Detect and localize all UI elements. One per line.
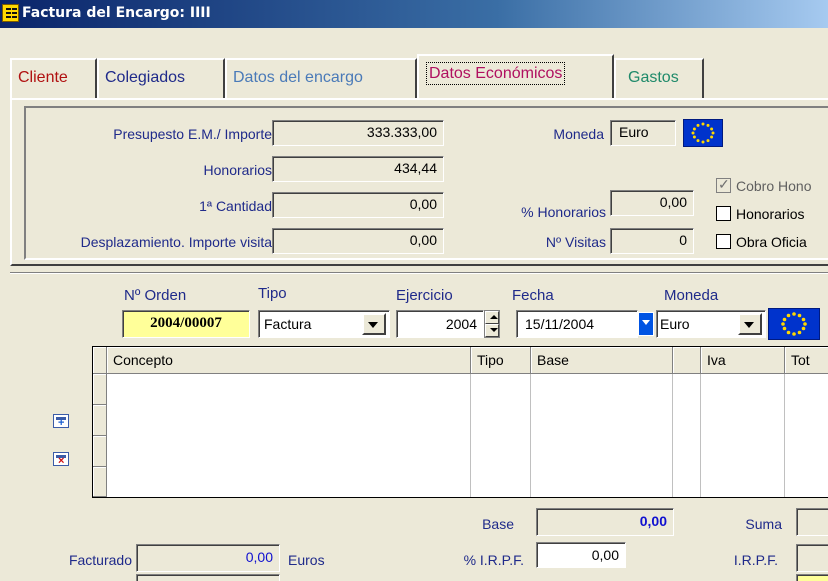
tipo-label: Tipo — [258, 285, 287, 302]
facturado-label: Facturado — [68, 552, 132, 568]
fecha-picker-icon[interactable] — [638, 312, 654, 336]
grid-corner — [93, 347, 107, 374]
tab-colegiados[interactable]: Colegiados — [97, 58, 225, 98]
eu-flag-icon — [683, 119, 723, 147]
presupuesto-label: Presupesto E.M./ Importe — [113, 126, 272, 142]
base-label: Base — [482, 516, 514, 532]
col-header-base[interactable]: Base — [531, 347, 673, 374]
tab-label: Gastos — [628, 69, 679, 86]
desplazamiento-field[interactable]: 0,00 — [272, 228, 444, 254]
secondary-field — [136, 574, 280, 581]
section-divider — [10, 272, 828, 274]
title-bar: Factura del Encargo: IIII — [0, 0, 828, 28]
add-row-icon[interactable]: + — [53, 414, 69, 429]
cantidad-label: 1ª Cantidad — [199, 198, 272, 214]
row-indicator[interactable] — [93, 374, 107, 405]
moneda-label: Moneda — [553, 126, 604, 142]
moneda-dropdown-button[interactable] — [738, 313, 762, 335]
presupuesto-field[interactable]: 333.333,00 — [272, 120, 444, 146]
irpf-pct-label: % I.R.P.F. — [463, 552, 524, 568]
cobro-hono-label: Cobro Hono — [736, 178, 812, 194]
base-total-field: 0,00 — [536, 508, 674, 536]
row-indicator[interactable] — [93, 405, 107, 436]
euros-label: Euros — [288, 552, 325, 568]
tab-datos-economicos[interactable]: Datos Económicos — [417, 54, 614, 98]
suma-field — [796, 508, 828, 536]
grid-col-line — [530, 374, 531, 497]
delete-row-icon[interactable]: × — [53, 452, 69, 467]
moneda-select-value: Euro — [660, 316, 690, 332]
fecha-field[interactable]: 15/11/2004 — [516, 310, 638, 338]
honorarios-field[interactable]: 434,44 — [272, 156, 444, 182]
eu-stars — [781, 312, 807, 336]
spin-up-icon[interactable] — [485, 311, 499, 324]
irpf-pct-field[interactable]: 0,00 — [536, 542, 626, 568]
facturado-field: 0,00 — [136, 544, 280, 572]
grid-col-line — [700, 374, 701, 497]
eu-flag-icon — [768, 308, 820, 340]
tipo-value: Factura — [264, 316, 312, 332]
tab-strip: Cliente Colegiados Datos del encargo Dat… — [10, 54, 828, 98]
obra-oficial-checkbox[interactable] — [716, 234, 731, 249]
honorarios-checkbox[interactable] — [716, 206, 731, 221]
tab-cliente[interactable]: Cliente — [10, 58, 97, 98]
col-header-tipo[interactable]: Tipo — [471, 347, 531, 374]
tab-datos-encargo[interactable]: Datos del encargo — [225, 58, 417, 98]
col-header-concepto[interactable]: Concepto — [107, 347, 471, 374]
row-indicator[interactable] — [93, 467, 107, 497]
total-field — [796, 574, 828, 581]
moneda-field[interactable]: Euro — [610, 120, 676, 146]
irpf-label: I.R.P.F. — [733, 552, 778, 568]
ejercicio-label: Ejercicio — [396, 287, 453, 304]
tab-label: Datos Económicos — [425, 62, 566, 85]
cobro-hono-checkbox[interactable] — [716, 176, 731, 193]
orden-label: Nº Orden — [124, 287, 187, 304]
irpf-field — [796, 544, 828, 572]
tipo-dropdown-button[interactable] — [362, 313, 386, 335]
orden-field[interactable]: 2004/00007 — [122, 310, 250, 338]
grid-col-line — [784, 374, 785, 497]
col-header-blank[interactable] — [673, 347, 701, 374]
cantidad-field[interactable]: 0,00 — [272, 192, 444, 218]
visitas-label: Nº Visitas — [545, 234, 606, 250]
ejercicio-field[interactable]: 2004 — [396, 310, 484, 338]
visitas-field[interactable]: 0 — [610, 228, 694, 254]
pct-honorarios-field[interactable]: 0,00 — [610, 190, 694, 216]
tab-gastos[interactable]: Gastos — [614, 58, 704, 98]
grid-col-line — [470, 374, 471, 497]
tab-label: Datos del encargo — [233, 69, 363, 86]
grid-col-line — [672, 374, 673, 497]
lines-grid[interactable]: Concepto Tipo Base Iva Tot — [92, 346, 828, 498]
spin-down-icon[interactable] — [485, 324, 499, 337]
moneda-header-label: Moneda — [664, 287, 719, 304]
row-indicator[interactable] — [93, 436, 107, 467]
tab-label: Colegiados — [105, 69, 186, 86]
col-header-iva[interactable]: Iva — [701, 347, 785, 374]
eu-stars — [691, 122, 715, 144]
app-icon — [2, 4, 19, 22]
tab-label: Cliente — [18, 69, 68, 86]
col-header-total[interactable]: Tot — [785, 347, 828, 374]
suma-label: Suma — [745, 516, 782, 532]
honorarios-check-label: Honorarios — [736, 206, 805, 222]
pct-honorarios-label: % Honorarios — [521, 204, 606, 220]
fecha-label: Fecha — [512, 287, 554, 304]
honorarios-label: Honorarios — [203, 162, 272, 178]
desplazamiento-label: Desplazamiento. Importe visita — [80, 234, 272, 250]
window-title: Factura del Encargo: IIII — [22, 5, 211, 21]
ejercicio-spinner[interactable] — [484, 310, 500, 338]
obra-oficial-label: Obra Oficia — [736, 234, 807, 250]
